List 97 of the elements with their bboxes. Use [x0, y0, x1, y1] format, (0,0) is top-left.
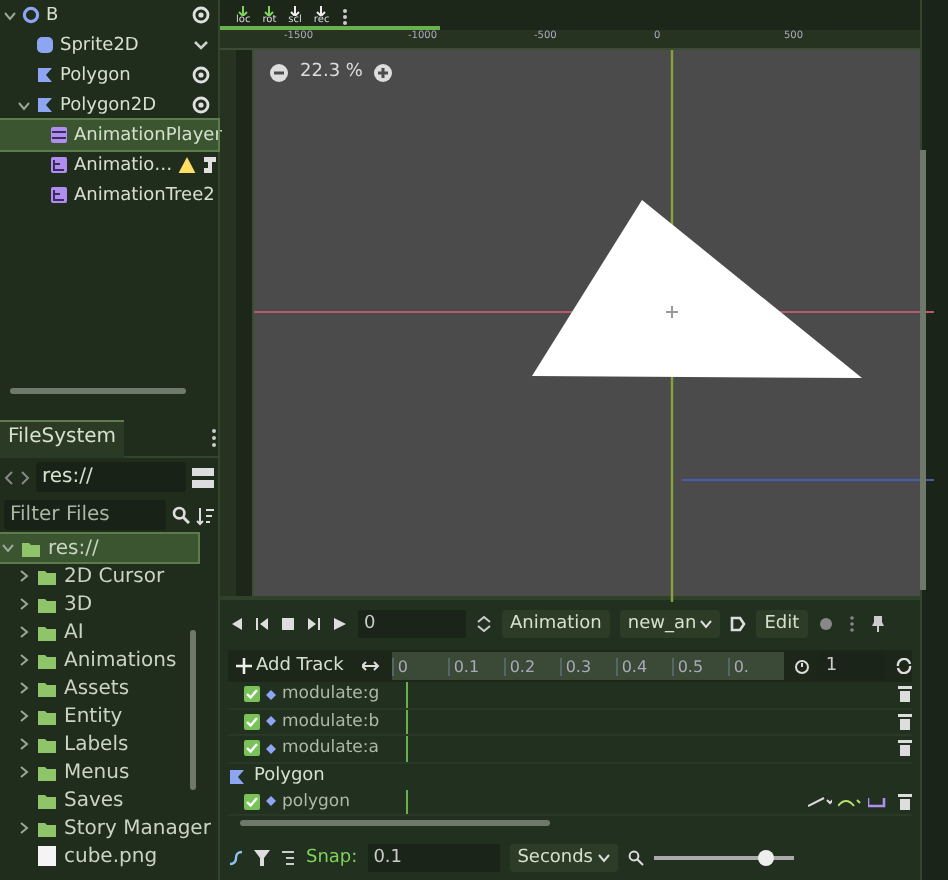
file-item[interactable]: cube.png — [0, 842, 218, 870]
filter-field[interactable]: Filter Files — [4, 500, 166, 530]
track-label[interactable]: modulate:b — [282, 711, 380, 732]
zoom-out-icon[interactable] — [270, 63, 288, 81]
script-icon[interactable] — [202, 156, 219, 174]
track-label[interactable]: polygon — [282, 791, 350, 812]
animation-menu[interactable]: Animation — [502, 610, 610, 638]
horizontal-arrows-icon[interactable] — [361, 658, 382, 674]
zoom-in-icon[interactable] — [374, 63, 393, 81]
previous-icon[interactable] — [228, 616, 244, 632]
more-icon[interactable] — [341, 8, 348, 26]
checkbox[interactable] — [244, 793, 260, 810]
eye-icon[interactable] — [192, 6, 210, 24]
sort-icon[interactable] — [196, 505, 214, 525]
eye-icon[interactable] — [192, 66, 210, 84]
spinner-arrows-icon[interactable] — [476, 616, 492, 632]
checkbox[interactable] — [244, 713, 260, 730]
snap-field[interactable]: 0.1 — [367, 844, 500, 872]
timeline-ruler[interactable]: 0 0.1 0.2 0.3 0.4 0.5 0. — [391, 652, 784, 680]
trash-icon[interactable] — [898, 740, 912, 757]
trash-icon[interactable] — [898, 793, 912, 810]
file-item[interactable]: Animations — [0, 646, 218, 674]
autoplay-icon[interactable] — [730, 616, 747, 632]
stopwatch-icon[interactable] — [793, 658, 810, 674]
search-icon[interactable] — [172, 506, 190, 524]
step-back-icon[interactable] — [254, 616, 270, 632]
file-item[interactable]: Labels — [0, 730, 218, 758]
step-forward-icon[interactable] — [306, 616, 322, 632]
snap-toggle[interactable]: Snap: — [306, 848, 358, 868]
file-item[interactable]: Menus — [0, 758, 218, 786]
bezier-icon[interactable] — [228, 850, 244, 866]
plus-icon — [236, 658, 252, 674]
checkbox[interactable] — [244, 740, 260, 757]
track-group-label: Polygon — [254, 766, 325, 786]
tree-item[interactable]: Sprite2D — [0, 30, 218, 60]
play-icon[interactable] — [332, 616, 348, 632]
scrollbar[interactable] — [240, 820, 550, 826]
closed-eye-icon[interactable] — [192, 36, 210, 54]
interpolation-icon[interactable] — [808, 795, 832, 808]
list-icon[interactable] — [280, 850, 296, 866]
film-icon — [50, 126, 68, 144]
eye-icon[interactable] — [192, 96, 210, 114]
time-field[interactable]: 0 — [358, 610, 466, 638]
file-item[interactable]: 2D Cursor — [0, 562, 218, 590]
diamond-icon — [266, 796, 276, 807]
file-item[interactable]: Assets — [0, 674, 218, 702]
filesystem-tab[interactable]: FileSystem — [0, 419, 125, 457]
track-label[interactable]: modulate:a — [282, 738, 379, 759]
file-item[interactable]: 3D — [0, 590, 218, 618]
file-icon — [38, 846, 56, 866]
polygon-icon — [228, 767, 246, 785]
more-icon[interactable] — [210, 428, 218, 448]
animation-dropdown[interactable]: new_an — [619, 610, 721, 638]
filter-icon[interactable] — [254, 850, 270, 866]
trash-icon[interactable] — [898, 686, 912, 703]
file-item[interactable]: Story Manager — [0, 814, 218, 842]
split-view-icon[interactable] — [192, 467, 214, 487]
stop-icon[interactable] — [280, 616, 296, 632]
tree-icon — [50, 186, 68, 204]
loop-icon[interactable] — [896, 658, 912, 674]
file-item[interactable]: AI — [0, 618, 218, 646]
tree-item[interactable]: Polygon2D — [0, 90, 218, 120]
tree-icon — [50, 156, 68, 174]
diamond-icon — [266, 743, 276, 754]
checkbox[interactable] — [244, 686, 260, 703]
scrollbar[interactable] — [920, 150, 926, 590]
add-track-button[interactable]: Add Track — [228, 652, 352, 680]
crosshair-icon[interactable] — [665, 305, 679, 319]
path-field[interactable]: res:// — [36, 462, 186, 492]
wave-icon[interactable] — [838, 795, 862, 808]
file-item[interactable]: res:// — [0, 534, 198, 562]
caret-icon — [700, 618, 713, 630]
tree-item[interactable]: Animatio… — [0, 150, 218, 180]
zoom-icon[interactable] — [627, 850, 643, 866]
onion-skin-icon[interactable] — [817, 616, 834, 632]
circle-node-icon — [22, 6, 40, 24]
trash-icon[interactable] — [898, 713, 912, 730]
tree-item[interactable]: Polygon — [0, 60, 218, 90]
sprite-icon — [36, 36, 54, 54]
file-item[interactable]: Saves — [0, 786, 218, 814]
diamond-icon — [266, 689, 276, 700]
edit-menu[interactable]: Edit — [756, 610, 808, 638]
scrollbar[interactable] — [10, 388, 186, 394]
triangle-shape[interactable] — [532, 200, 862, 378]
diamond-icon — [266, 716, 276, 727]
scrollbar[interactable] — [190, 630, 196, 790]
slider-thumb[interactable] — [757, 850, 773, 866]
tree-item[interactable]: B — [0, 0, 218, 30]
pin-icon[interactable] — [869, 616, 886, 632]
warning-icon[interactable] — [178, 156, 197, 174]
file-item[interactable]: Entity — [0, 702, 218, 730]
zoom-level[interactable]: 22.3 % — [300, 62, 363, 82]
track-label[interactable]: modulate:g — [282, 684, 380, 705]
tree-item[interactable]: AnimationPlayer — [0, 120, 218, 150]
tree-item[interactable]: AnimationTree2 — [0, 180, 218, 210]
caret-icon — [597, 852, 609, 864]
unit-dropdown[interactable]: Seconds — [509, 844, 617, 872]
